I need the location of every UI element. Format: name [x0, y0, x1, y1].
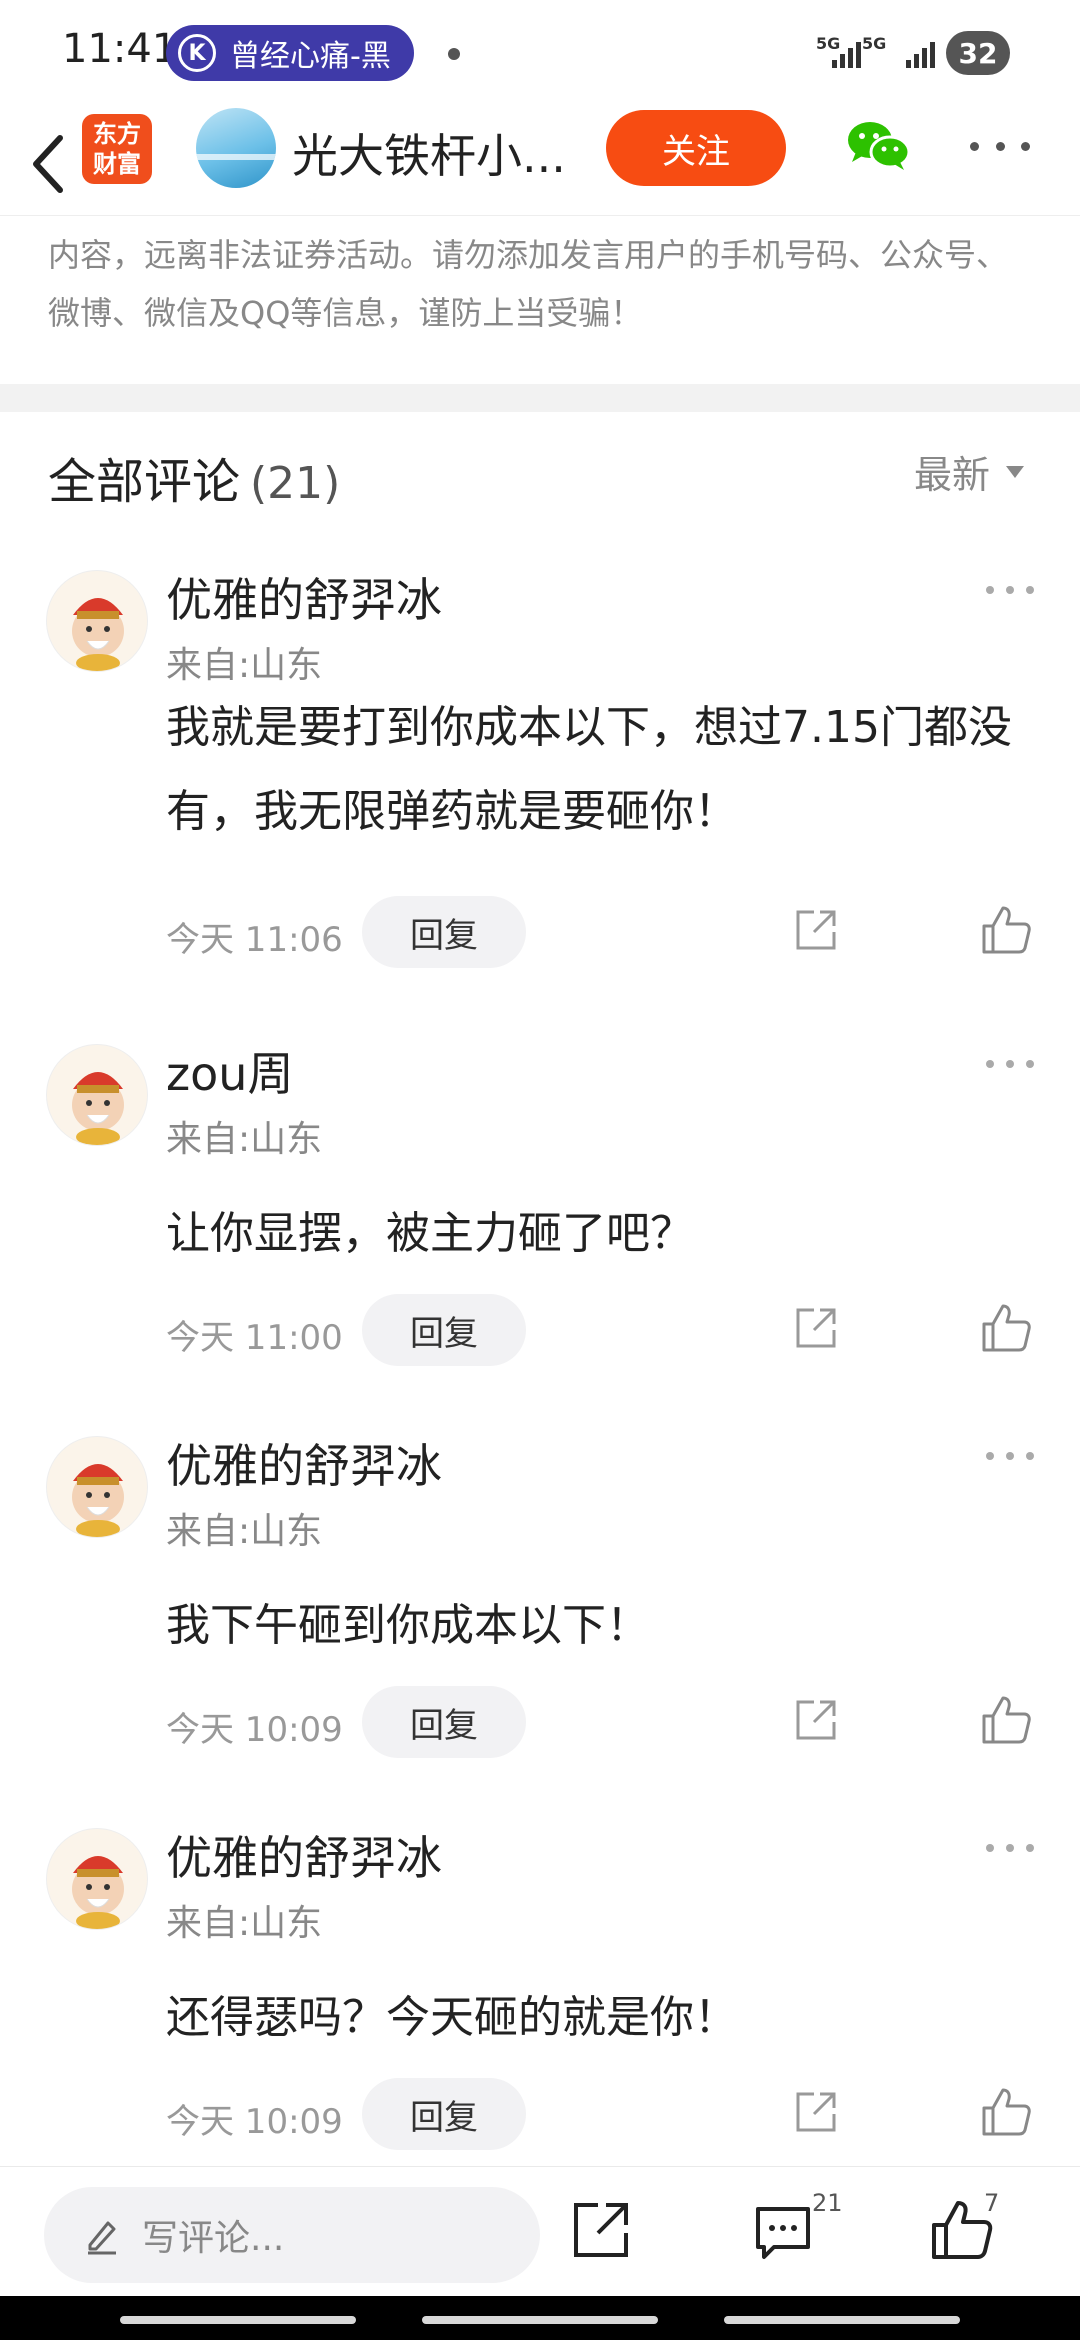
avatar[interactable] — [46, 1828, 148, 1930]
avatar[interactable] — [46, 570, 148, 672]
comment-item[interactable]: 优雅的舒羿冰 来自:山东 我下午砸到你成本以下！ 今天 10:09 回复 — [0, 1416, 1080, 1810]
comment-item[interactable]: zou周 来自:山东 让你显摆，被主力砸了吧？ 今天 11:00 回复 — [0, 1024, 1080, 1418]
avatar[interactable] — [46, 1044, 148, 1146]
comment-location: 来自:山东 — [166, 1903, 323, 1944]
comment-text: 让你显摆，被主力砸了吧？ — [166, 1208, 694, 1259]
comment-text: 我就是要打到你成本以下，想过7.15门都没有，我无限弹药就是要砸你！ — [166, 702, 1012, 837]
comment-more-icon[interactable] — [986, 1844, 1034, 1856]
back-arrow-icon — [33, 135, 63, 193]
comment-author[interactable]: 优雅的舒羿冰 — [166, 1822, 442, 1888]
bottom-action-bar: 写评论... 21 7 — [0, 2166, 1080, 2296]
comment-location: 来自:山东 — [166, 1511, 323, 1552]
wechat-icon — [848, 122, 911, 170]
comment-input-placeholder: 写评论... — [142, 2218, 285, 2259]
comment-author[interactable]: 优雅的舒羿冰 — [166, 564, 442, 630]
comments-title: 全部评论 (21) — [48, 442, 340, 512]
reply-button[interactable]: 回复 — [362, 2078, 526, 2150]
status-time: 11:41 — [62, 26, 178, 72]
section-divider — [0, 384, 1080, 412]
cartoon-avatar-icon — [72, 1072, 124, 1145]
comment-input[interactable]: 写评论... — [44, 2187, 540, 2283]
app-logo[interactable]: 东方财富 — [82, 114, 152, 184]
music-now-playing-pill[interactable]: K 曾经心痛-黑 — [166, 25, 414, 81]
comments-count: (21) — [250, 458, 341, 509]
comment-more-icon[interactable] — [986, 586, 1034, 598]
reply-button[interactable]: 回复 — [362, 896, 526, 968]
cartoon-avatar-icon — [72, 1856, 124, 1929]
channel-avatar[interactable] — [196, 108, 276, 188]
comment-location: 来自:山东 — [166, 1119, 323, 1160]
cartoon-avatar-icon — [72, 598, 124, 671]
cartoon-avatar-icon — [72, 1464, 124, 1537]
comment-author[interactable]: 优雅的舒羿冰 — [166, 1430, 442, 1496]
share-icon[interactable] — [792, 2088, 840, 2136]
more-options-icon[interactable] — [970, 136, 1030, 156]
signal-strength-icon — [832, 38, 861, 68]
comment-author[interactable]: zou周 — [166, 1038, 293, 1104]
nav-handle-left[interactable] — [120, 2316, 356, 2324]
top-nav: 东方财富 光大铁杆小... 关注 — [0, 100, 1080, 216]
follow-button[interactable]: 关注 — [606, 110, 786, 186]
signal-label-2: 5G — [862, 34, 887, 53]
system-nav-bar — [0, 2296, 1080, 2340]
share-icon[interactable] — [792, 1696, 840, 1744]
share-icon[interactable] — [792, 1304, 840, 1352]
comment-text: 还得瑟吗？今天砸的就是你！ — [166, 1992, 738, 2043]
comment-item[interactable]: 优雅的舒羿冰 来自:山东 还得瑟吗？今天砸的就是你！ 今天 10:09 回复 — [0, 1808, 1080, 2202]
like-icon[interactable] — [980, 1302, 1032, 1354]
nav-handle-right[interactable] — [724, 2316, 960, 2324]
like-count-badge: 7 — [984, 2189, 1000, 2217]
channel-title[interactable]: 光大铁杆小... — [292, 120, 582, 186]
comment-footer: 今天 11:06 回复 — [0, 896, 1080, 972]
comment-item[interactable]: 优雅的舒羿冰 来自:山东 我就是要打到你成本以下，想过7.15门都没有，我无限弹… — [0, 550, 1080, 968]
comment-count-badge: 21 — [812, 2189, 843, 2217]
like-icon[interactable] — [980, 1694, 1032, 1746]
comment-time: 今天 10:09 — [166, 2102, 343, 2142]
comment-location: 来自:山东 — [166, 645, 323, 686]
status-bar: 11:41 K 曾经心痛-黑 5G 5G 32 — [0, 0, 1080, 100]
battery-indicator: 32 — [946, 31, 1010, 75]
music-title: 曾经心痛-黑 — [230, 39, 390, 74]
sort-label: 最新 — [914, 453, 991, 497]
caret-down-icon — [1006, 465, 1025, 478]
comment-time: 今天 10:09 — [166, 1710, 343, 1750]
comment-icon[interactable] — [752, 2203, 814, 2261]
notification-dot-icon — [448, 48, 460, 60]
music-app-icon: K — [178, 34, 216, 72]
reply-button[interactable]: 回复 — [362, 1294, 526, 1366]
back-button[interactable] — [20, 120, 90, 196]
share-icon[interactable] — [570, 2199, 632, 2261]
comment-footer: 今天 11:00 回复 — [0, 1294, 1080, 1370]
comment-footer: 今天 10:09 回复 — [0, 2078, 1080, 2154]
signal-strength-icon-2 — [906, 38, 935, 68]
risk-notice: 内容，远离非法证券活动。请勿添加发言用户的手机号码、公众号、微博、微信及QQ等信… — [48, 236, 1009, 332]
comment-text: 我下午砸到你成本以下！ — [166, 1600, 650, 1651]
comment-footer: 今天 10:09 回复 — [0, 1686, 1080, 1762]
comment-more-icon[interactable] — [986, 1452, 1034, 1464]
pencil-icon — [88, 2221, 116, 2255]
like-icon[interactable] — [980, 904, 1032, 956]
sort-dropdown[interactable]: 最新 — [914, 444, 1025, 499]
comment-time: 今天 11:00 — [166, 1318, 343, 1358]
avatar[interactable] — [46, 1436, 148, 1538]
share-icon[interactable] — [792, 906, 840, 954]
like-icon[interactable] — [980, 2086, 1032, 2138]
comment-time: 今天 11:06 — [166, 920, 343, 960]
wechat-share-button[interactable] — [846, 118, 911, 174]
comments-title-text: 全部评论 — [48, 454, 241, 510]
reply-button[interactable]: 回复 — [362, 1686, 526, 1758]
comment-more-icon[interactable] — [986, 1060, 1034, 1072]
nav-handle-center[interactable] — [422, 2316, 658, 2324]
